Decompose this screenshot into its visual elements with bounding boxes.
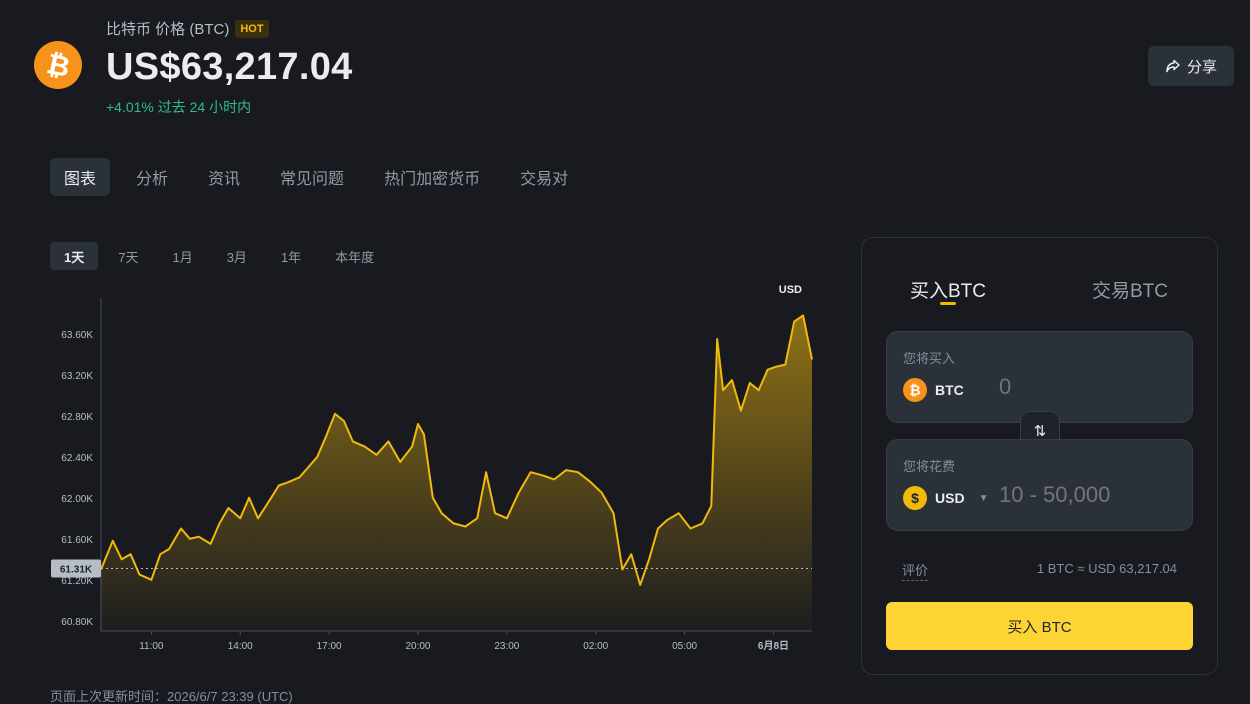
current-price: US$63,217.04 <box>106 46 353 88</box>
x-tick-label: 20:00 <box>405 641 430 652</box>
buy-field-label: 您将买入 <box>903 351 956 366</box>
buy-amount-input[interactable] <box>999 374 1179 400</box>
range-1y[interactable]: 1年 <box>267 242 315 270</box>
y-tick-label: 62.40K <box>61 453 93 464</box>
tab-news[interactable]: 资讯 <box>194 158 254 196</box>
price-area <box>101 315 812 631</box>
y-tick-label: 62.00K <box>61 494 93 505</box>
range-3m[interactable]: 3月 <box>213 242 261 270</box>
spend-currency-label: USD <box>935 490 965 506</box>
range-tabs: 1天 7天 1月 3月 1年 本年度 <box>50 242 394 270</box>
currency-label: USD <box>779 284 802 296</box>
usd-icon: $ <box>903 486 927 510</box>
share-icon <box>1166 59 1180 73</box>
tab-pairs[interactable]: 交易对 <box>506 158 582 196</box>
spend-amount-input[interactable] <box>999 482 1179 508</box>
range-ytd[interactable]: 本年度 <box>321 242 388 270</box>
y-tick-label: 60.80K <box>61 617 93 628</box>
rate-label: 评价 <box>902 560 929 581</box>
x-tick-label: 11:00 <box>139 641 164 652</box>
coin-title-row: 比特币 价格 (BTC) HOT <box>106 18 269 39</box>
x-tick-label: 17:00 <box>317 641 342 652</box>
x-tick-label: 6月8日 <box>758 640 789 652</box>
x-tick-label: 23:00 <box>494 641 519 652</box>
swap-icon: ⇅ <box>1033 423 1047 440</box>
share-button[interactable]: 分享 <box>1148 46 1234 86</box>
range-7d[interactable]: 7天 <box>104 242 152 270</box>
range-1m[interactable]: 1月 <box>158 242 206 270</box>
x-tick-label: 14:00 <box>228 641 253 652</box>
hot-badge: HOT <box>235 19 269 38</box>
spend-field-label: 您将花费 <box>903 459 956 474</box>
y-tick-label: 63.20K <box>61 371 93 382</box>
coin-name: 比特币 价格 (BTC) <box>106 21 230 38</box>
trade-panel: 买入BTC 交易BTC 您将买入 ₿ BTC ⇅ 您将花费 $ USD ▼ 评价… <box>861 237 1218 675</box>
share-label: 分享 <box>1186 58 1217 76</box>
y-tick-label: 61.60K <box>61 535 93 546</box>
buy-field: 您将买入 ₿ BTC <box>886 331 1193 423</box>
y-tick-label: 62.80K <box>61 412 93 423</box>
tab-chart[interactable]: 图表 <box>50 158 111 196</box>
spend-currency-selector[interactable]: $ USD ▼ <box>903 486 988 510</box>
price-chart[interactable]: USD 63.60K 63.20K 62.80K 62.40K 62.00K 61.60K… <box>0 270 840 670</box>
range-1d[interactable]: 1天 <box>50 242 99 270</box>
last-updated: 页面上次更新时间：2026/6/7 23:39 (UTC) <box>50 689 293 704</box>
tab-buy-btc[interactable]: 买入BTC <box>910 276 986 303</box>
buy-coin-label: BTC <box>935 382 964 398</box>
active-tab-indicator <box>940 302 956 305</box>
x-tick-label: 02:00 <box>583 641 608 652</box>
baseline-label: 61.31K <box>60 564 93 575</box>
buy-coin-selector[interactable]: ₿ BTC <box>903 378 964 402</box>
tab-trade-btc[interactable]: 交易BTC <box>1092 276 1168 303</box>
rate-value: 1 BTC ≈ USD 63,217.04 <box>1036 561 1177 576</box>
x-tick-label: 05:00 <box>672 641 697 652</box>
y-tick-label: 63.60K <box>61 330 93 341</box>
tab-faq[interactable]: 常见问题 <box>266 158 358 196</box>
buy-btc-button[interactable]: 买入 BTC <box>886 602 1193 650</box>
tab-trending[interactable]: 热门加密货币 <box>370 158 494 196</box>
price-change: +4.01% 过去 24 小时内 <box>106 99 252 115</box>
baseline-tag: 61.31K <box>51 559 101 578</box>
main-tabs: 图表 分析 资讯 常见问题 热门加密货币 交易对 <box>50 158 594 196</box>
btc-icon: ₿ <box>903 378 927 402</box>
spend-field: 您将花费 $ USD ▼ <box>886 439 1193 531</box>
btc-logo-icon: ₿ <box>34 41 82 89</box>
caret-down-icon: ▼ <box>978 492 989 504</box>
tab-analysis[interactable]: 分析 <box>122 158 182 196</box>
